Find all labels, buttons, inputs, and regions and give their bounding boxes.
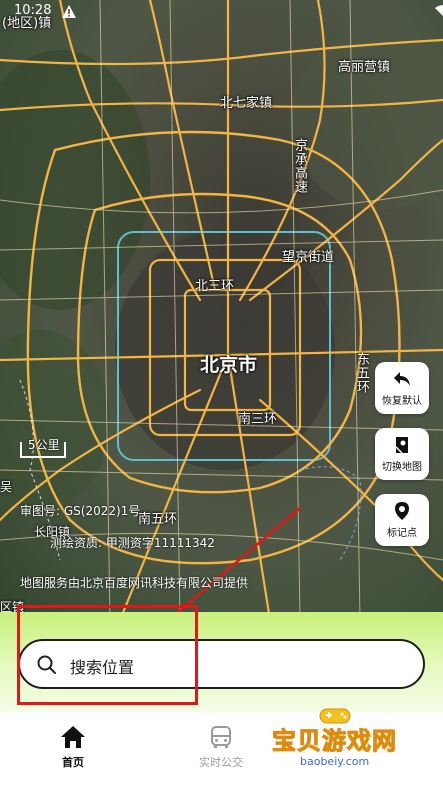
map-label-gaoliying: 高丽营镇 bbox=[338, 60, 391, 75]
warning-icon bbox=[62, 5, 76, 18]
nav-home-label: 首页 bbox=[62, 756, 84, 769]
location-pin-icon bbox=[395, 502, 409, 520]
reset-default-button[interactable]: 恢复默认 bbox=[375, 362, 429, 414]
switch-map-button[interactable]: 切换地图 bbox=[375, 428, 429, 480]
map-credit-review: 审图号: GS(2022)1号 bbox=[20, 504, 141, 518]
map-label-beiqijia: 北七家镇 bbox=[220, 96, 273, 111]
home-icon bbox=[61, 726, 85, 748]
map-label-beisanhuan: 北三环 bbox=[195, 279, 235, 294]
map-switch-icon bbox=[395, 437, 408, 454]
undo-arrow-icon bbox=[394, 372, 410, 386]
watermark-url: baobeiy.com bbox=[300, 755, 370, 768]
scale-label: 5公里 bbox=[28, 438, 60, 452]
map-credit-surveying: 测绘资质: 甲测资字11111342 bbox=[50, 536, 215, 550]
mark-point-label: 标记点 bbox=[387, 528, 417, 539]
watermark-text: 宝贝游戏网 bbox=[272, 727, 397, 756]
nav-home[interactable]: 首页 bbox=[28, 724, 118, 770]
map-credit-provider: 地图服务由北京百度网讯科技有限公司提供 bbox=[20, 576, 249, 590]
wifi-battery-icon bbox=[435, 5, 443, 16]
map-label-left-edge: 吴 bbox=[0, 480, 13, 494]
switch-map-label: 切换地图 bbox=[382, 462, 422, 473]
site-watermark: 宝贝游戏网 baobeiy.com bbox=[262, 705, 422, 775]
mark-point-button[interactable]: 标记点 bbox=[375, 494, 429, 546]
map-label-beijing: 北京市 bbox=[200, 354, 258, 376]
status-bar: 10:28 bbox=[0, 0, 443, 24]
annotation-highlight-box bbox=[17, 605, 198, 705]
nav-realtime-bus[interactable]: 实时公交 bbox=[176, 724, 266, 770]
bus-icon bbox=[211, 726, 231, 748]
map-label-dongwuhuan: 东五环 bbox=[354, 352, 369, 394]
map-label-nansanhuan: 南三环 bbox=[238, 412, 278, 427]
map-label-jingcheng: 京承高速 bbox=[292, 138, 307, 194]
map-label-wangjing: 望京街道 bbox=[282, 250, 335, 265]
map-label-top-left: (地区)镇 bbox=[2, 16, 52, 31]
map-label-nanwuhuan: 南五环 bbox=[138, 512, 178, 527]
nav-realtime-bus-label: 实时公交 bbox=[199, 756, 243, 769]
reset-default-label: 恢复默认 bbox=[382, 396, 422, 407]
